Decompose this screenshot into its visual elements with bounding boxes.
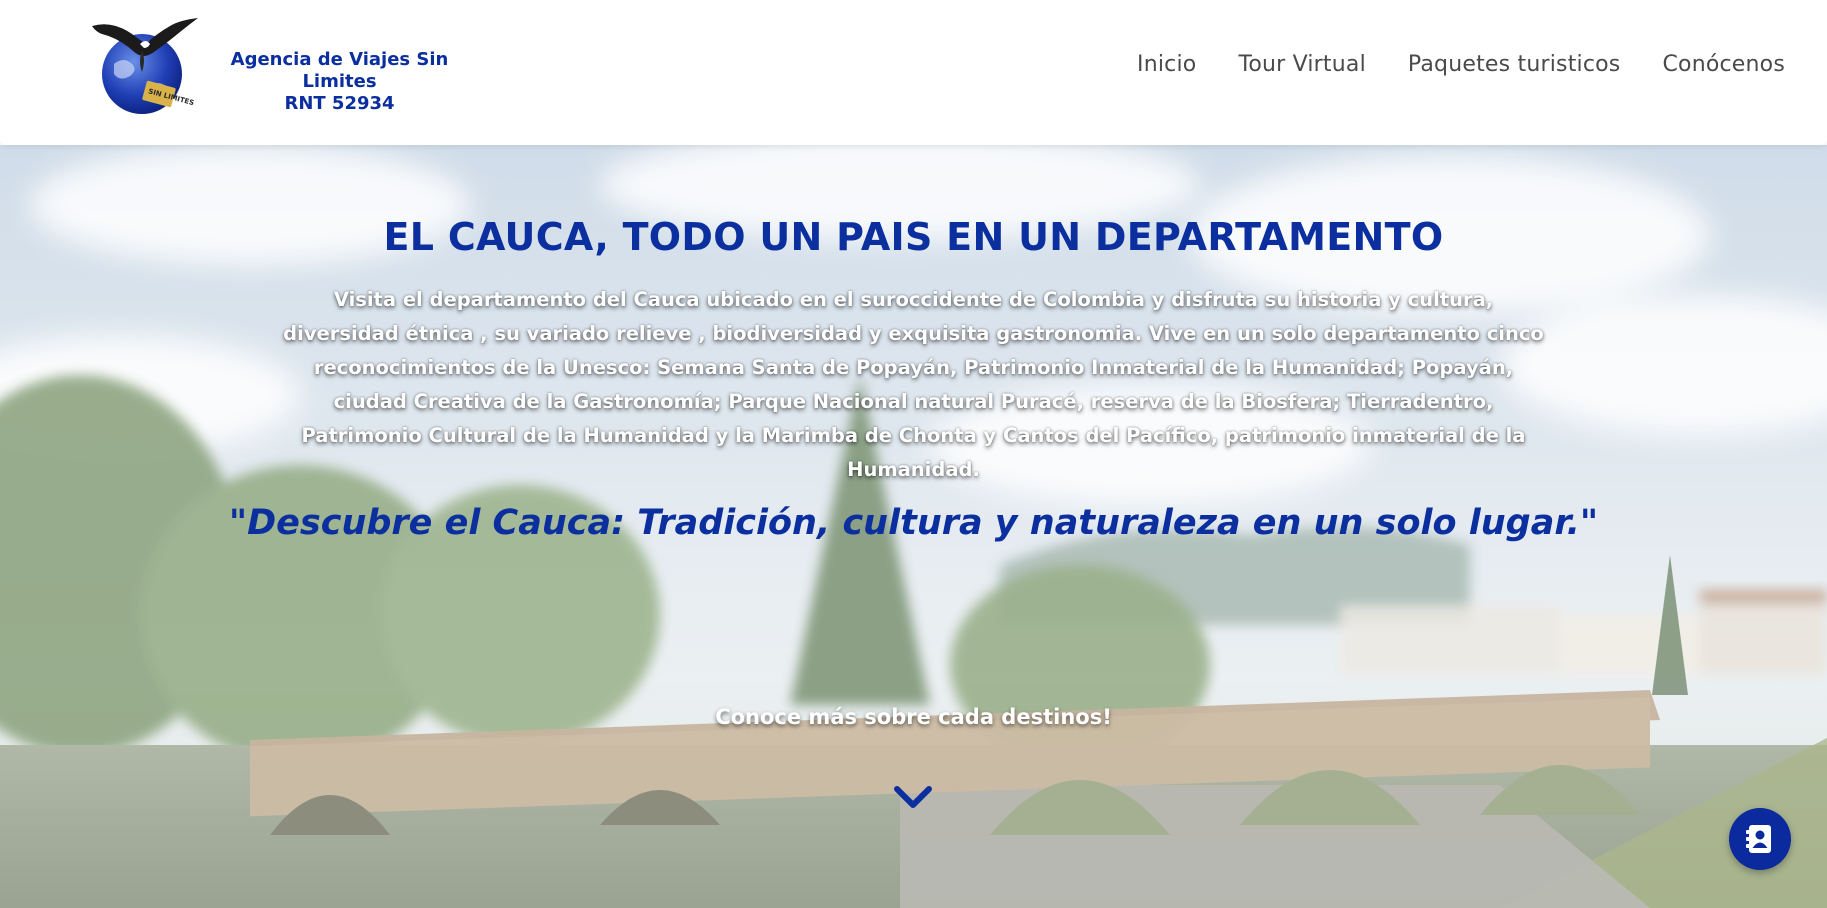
site-header: SIN LIMITES Agencia de Viajes Sin Limite… — [0, 0, 1827, 145]
more-destinations-label: Conoce más sobre cada destinos! — [715, 705, 1112, 729]
nav-item-paquetes-turisticos[interactable]: Paquetes turisticos — [1408, 52, 1621, 77]
main-nav: Inicio Tour Virtual Paquetes turisticos … — [1137, 52, 1785, 77]
hero-description: Visita el departamento del Cauca ubicado… — [283, 288, 1544, 481]
logo-line2: RNT 52934 — [284, 93, 395, 114]
hero-title: EL CAUCA, TODO UN PAIS EN UN DEPARTAMENT… — [383, 215, 1444, 259]
contact-card-icon — [1746, 825, 1771, 853]
nav-item-tour-virtual[interactable]: Tour Virtual — [1238, 52, 1365, 77]
logo-text: Agencia de Viajes Sin Limites RNT 52934 — [207, 49, 472, 115]
logo-line1: Agencia de Viajes Sin Limites — [230, 49, 449, 92]
chevron-down-icon[interactable] — [893, 785, 933, 811]
hero-section: EL CAUCA, TODO UN PAIS EN UN DEPARTAMENT… — [0, 145, 1827, 908]
nav-item-conocenos[interactable]: Conócenos — [1662, 52, 1785, 77]
eagle-globe-logo-icon: SIN LIMITES — [92, 18, 198, 114]
hero-quote: "Descubre el Cauca: Tradición, cultura y… — [228, 503, 1599, 543]
nav-item-inicio[interactable]: Inicio — [1137, 52, 1196, 77]
contact-button[interactable] — [1729, 808, 1791, 870]
logo[interactable]: SIN LIMITES Agencia de Viajes Sin Limite… — [92, 16, 472, 118]
